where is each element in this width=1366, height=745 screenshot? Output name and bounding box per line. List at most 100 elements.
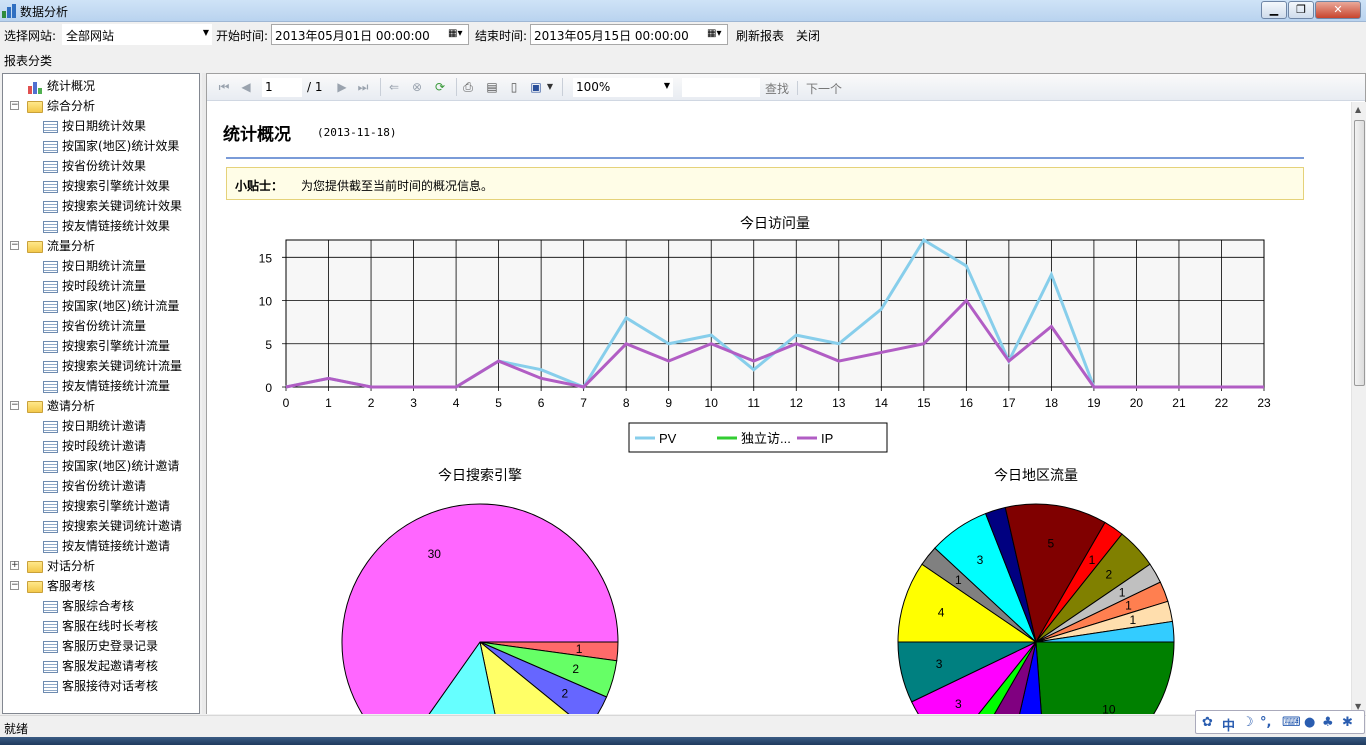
tree-item[interactable]: 客服历史登录记录	[43, 636, 158, 656]
close-button[interactable]: 关闭	[796, 27, 820, 44]
search-input[interactable]	[682, 78, 760, 97]
tree-item[interactable]: 按时段统计邀请	[43, 436, 146, 456]
keyboard-icon[interactable]: ⌨	[1282, 715, 1301, 730]
vertical-scrollbar[interactable]: ▲ ▼	[1351, 102, 1366, 714]
tree-item[interactable]: 邀请分析	[27, 396, 95, 416]
punctuation-toggle[interactable]: °,	[1260, 715, 1271, 730]
tree-item[interactable]: 按搜索引擎统计效果	[43, 176, 170, 196]
tree-item[interactable]: 统计概况	[27, 76, 95, 96]
tree-item[interactable]: 综合分析	[27, 96, 95, 116]
tree-item[interactable]: 按友情链接统计邀请	[43, 536, 170, 556]
tree-item[interactable]: 客服考核	[27, 576, 95, 596]
calendar-icon[interactable]: ▦▾	[448, 28, 464, 41]
tree-item-label: 对话分析	[47, 559, 96, 573]
page-number-input[interactable]: 1	[262, 78, 302, 97]
last-page-icon[interactable]: ⏭	[356, 80, 370, 94]
tree-item-label: 按友情链接统计邀请	[62, 539, 171, 553]
tree-item[interactable]: 按友情链接统计效果	[43, 216, 170, 236]
maximize-button[interactable]: ❐	[1288, 1, 1314, 19]
x-tick-label: 21	[1172, 396, 1186, 410]
save-icon[interactable]: ▣	[529, 80, 543, 94]
y-tick-label: 0	[265, 381, 272, 395]
settings-icon[interactable]: ✱	[1342, 715, 1353, 730]
tree-item-label: 按日期统计效果	[62, 119, 147, 133]
expand-icon[interactable]: +	[10, 561, 19, 570]
skin-icon[interactable]: ♣	[1322, 715, 1334, 730]
tree-item[interactable]: 按日期统计邀请	[43, 416, 146, 436]
back-icon[interactable]: ⇐	[387, 80, 401, 94]
end-time-picker[interactable]: 2013年05月15日 00:00:00 ▦▾	[530, 24, 728, 45]
close-window-button[interactable]: ✕	[1315, 1, 1361, 19]
tree-item[interactable]: 客服综合考核	[43, 596, 134, 616]
tree-item[interactable]: 按搜索引擎统计流量	[43, 336, 170, 356]
print-layout-icon[interactable]: ▤	[485, 80, 499, 94]
tree-item[interactable]: 流量分析	[27, 236, 95, 256]
tree-item[interactable]: 按友情链接统计流量	[43, 376, 170, 396]
find-next-button[interactable]: 下一个	[806, 80, 842, 97]
chevron-down-icon[interactable]: ▼	[543, 80, 557, 94]
x-tick-label: 17	[1002, 396, 1016, 410]
collapse-icon[interactable]: −	[10, 581, 19, 590]
refresh-report-button[interactable]: 刷新报表	[736, 27, 784, 44]
pie-slice-label: 1	[576, 642, 583, 656]
report-icon	[43, 500, 58, 513]
ime-toolbar[interactable]: ✿ 中 ☽ °, ⌨ ● ♣ ✱	[1195, 710, 1365, 734]
previous-page-icon[interactable]: ◀	[239, 80, 253, 94]
tree-item[interactable]: 按搜索引擎统计邀请	[43, 496, 170, 516]
next-page-icon[interactable]: ▶	[335, 80, 349, 94]
chart-title: 今日地区流量	[994, 467, 1078, 483]
tree-item[interactable]: 按搜索关键词统计邀请	[43, 516, 182, 536]
minimize-button[interactable]: ▁	[1261, 1, 1287, 19]
x-tick-label: 9	[665, 396, 672, 410]
collapse-icon[interactable]: −	[10, 101, 19, 110]
x-tick-label: 3	[410, 396, 417, 410]
page-setup-icon[interactable]: ▯	[507, 80, 521, 94]
tree-item[interactable]: 按时段统计流量	[43, 276, 146, 296]
stop-icon[interactable]: ⊗	[410, 80, 424, 94]
tree-item[interactable]: 按省份统计邀请	[43, 476, 146, 496]
tree-item[interactable]: 客服接待对话考核	[43, 676, 158, 696]
ime-chinese-toggle[interactable]: 中	[1222, 715, 1235, 734]
charts-canvas: 今日访问量0 1 2 3 4 5 6 7 8 9 10 11 12 13 14 15 16 17 18 19 20 21 2…	[259, 215, 1271, 714]
tree-item[interactable]: 按国家(地区)统计效果	[43, 136, 179, 156]
calendar-icon[interactable]: ▦▾	[707, 28, 723, 41]
scrollbar-thumb[interactable]	[1354, 120, 1365, 386]
user-icon[interactable]: ●	[1304, 715, 1315, 730]
report-icon	[43, 620, 58, 633]
tree-item-label: 按友情链接统计效果	[62, 219, 171, 233]
chevron-down-icon: ▼	[663, 81, 670, 90]
tree-item[interactable]: 按国家(地区)统计流量	[43, 296, 179, 316]
first-page-icon[interactable]: ⏮	[217, 80, 231, 94]
tree-item[interactable]: 按搜索关键词统计效果	[43, 196, 182, 216]
report-icon	[43, 520, 58, 533]
folder-icon	[27, 560, 43, 573]
refresh-icon[interactable]: ⟳	[433, 80, 447, 94]
tree-item[interactable]: 客服在线时长考核	[43, 616, 158, 636]
tree-item[interactable]: 按搜索关键词统计流量	[43, 356, 182, 376]
tree-item[interactable]: 按日期统计效果	[43, 116, 146, 136]
pie-slice-label: 1	[955, 573, 962, 587]
report-icon	[43, 120, 58, 133]
print-icon[interactable]: ⎙	[461, 80, 475, 94]
zoom-select[interactable]: 100% ▼	[573, 78, 673, 97]
tree-item[interactable]: 按日期统计流量	[43, 256, 146, 276]
scroll-up-icon[interactable]: ▲	[1355, 105, 1361, 114]
main-toolbar: 选择网站: 全部网站 ▼ 开始时间: 2013年05月01日 00:00:00 …	[0, 22, 1366, 47]
collapse-icon[interactable]: −	[10, 241, 19, 250]
legend-label: PV	[659, 431, 677, 446]
legend-label: 独立访...	[741, 431, 791, 446]
tree-item[interactable]: 客服发起邀请考核	[43, 656, 158, 676]
pie-slice-label: 3	[977, 553, 984, 567]
plot-area	[285, 239, 1265, 388]
site-select[interactable]: 全部网站 ▼	[62, 24, 212, 45]
find-button[interactable]: 查找	[765, 80, 789, 97]
start-time-picker[interactable]: 2013年05月01日 00:00:00 ▦▾	[271, 24, 469, 45]
tree-item[interactable]: 按省份统计流量	[43, 316, 146, 336]
tree-item[interactable]: 按国家(地区)统计邀请	[43, 456, 179, 476]
tree-item-label: 客服综合考核	[62, 599, 135, 613]
tree-item[interactable]: 按省份统计效果	[43, 156, 146, 176]
moon-icon[interactable]: ☽	[1242, 715, 1254, 730]
paw-icon[interactable]: ✿	[1202, 715, 1213, 730]
collapse-icon[interactable]: −	[10, 401, 19, 410]
tree-item[interactable]: 对话分析	[27, 556, 95, 576]
